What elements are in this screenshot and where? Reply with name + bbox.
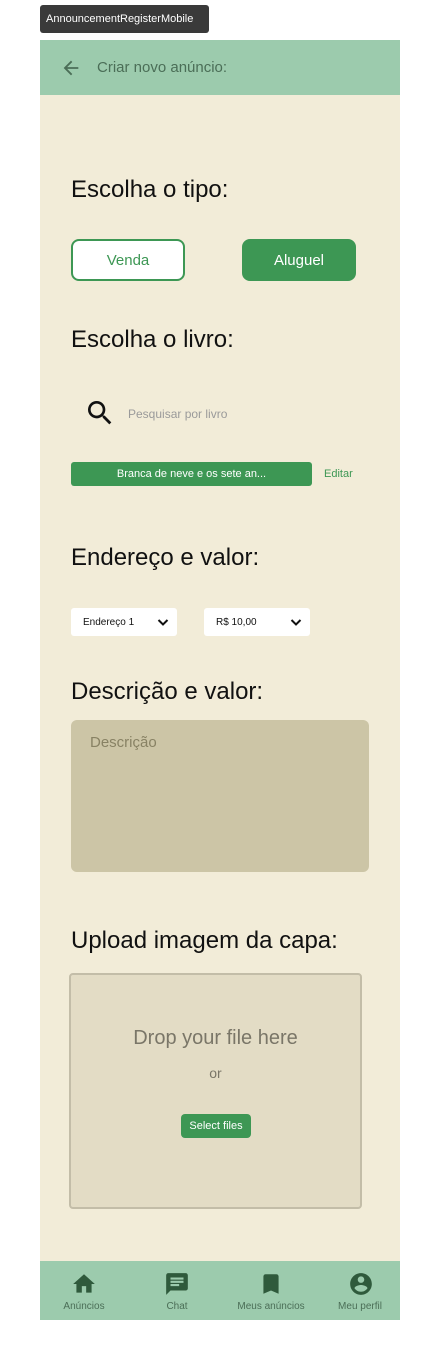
app-header: Criar novo anúncio: (40, 40, 400, 95)
search-icon[interactable] (84, 397, 116, 429)
edit-book-link[interactable]: Editar (324, 468, 353, 480)
nav-label: Anúncios (63, 1301, 105, 1312)
drop-text: Drop your file here (133, 1027, 298, 1049)
book-section-title: Escolha o livro: (71, 326, 234, 353)
nav-label: Meu perfil (338, 1301, 382, 1312)
mobile-screen: Criar novo anúncio: Escolha o tipo: Vend… (40, 40, 400, 1320)
description-placeholder: Descrição (90, 734, 157, 751)
bookmark-icon (263, 1274, 279, 1294)
or-text: or (209, 1065, 222, 1081)
rent-option-button[interactable]: Aluguel (242, 239, 356, 281)
address-select-value: Endereço 1 (83, 616, 135, 628)
address-section-title: Endereço e valor: (71, 544, 260, 571)
address-select[interactable]: Endereço 1 (71, 608, 177, 636)
nav-label: Meus anúncios (237, 1301, 305, 1312)
selected-book-chip[interactable]: Branca de neve e os sete an... (71, 462, 312, 486)
file-dropzone[interactable]: Drop your file here or Select files (69, 973, 362, 1209)
page-title: Criar novo anúncio: (97, 59, 228, 76)
select-files-button[interactable]: Select files (181, 1114, 251, 1138)
nav-item-anuncios[interactable]: Anúncios (40, 1261, 128, 1320)
nav-item-meus-anuncios[interactable]: Meus anúncios (226, 1261, 316, 1320)
back-arrow-icon[interactable] (60, 57, 82, 79)
book-search (84, 397, 344, 429)
nav-label: Chat (166, 1301, 188, 1312)
upload-section-title: Upload imagem da capa: (71, 927, 338, 954)
chevron-down-icon (290, 619, 302, 626)
book-search-input[interactable] (128, 403, 328, 425)
nav-item-chat[interactable]: Chat (128, 1261, 226, 1320)
price-select[interactable]: R$ 10,00 (204, 608, 310, 636)
chat-icon (166, 1273, 188, 1295)
sale-option-button[interactable]: Venda (71, 239, 185, 281)
nav-item-meu-perfil[interactable]: Meu perfil (316, 1261, 400, 1320)
price-select-value: R$ 10,00 (216, 616, 257, 628)
chevron-down-icon (157, 619, 169, 626)
type-section-title: Escolha o tipo: (71, 176, 229, 203)
home-icon (73, 1274, 95, 1293)
description-textarea[interactable]: Descrição (71, 720, 369, 872)
bottom-navigation: Anúncios Chat Meus anúncios Meu perfil (40, 1261, 400, 1320)
account-icon (350, 1273, 372, 1295)
frame-label: AnnouncementRegisterMobile (40, 5, 209, 33)
description-section-title: Descrição e valor: (71, 678, 264, 705)
